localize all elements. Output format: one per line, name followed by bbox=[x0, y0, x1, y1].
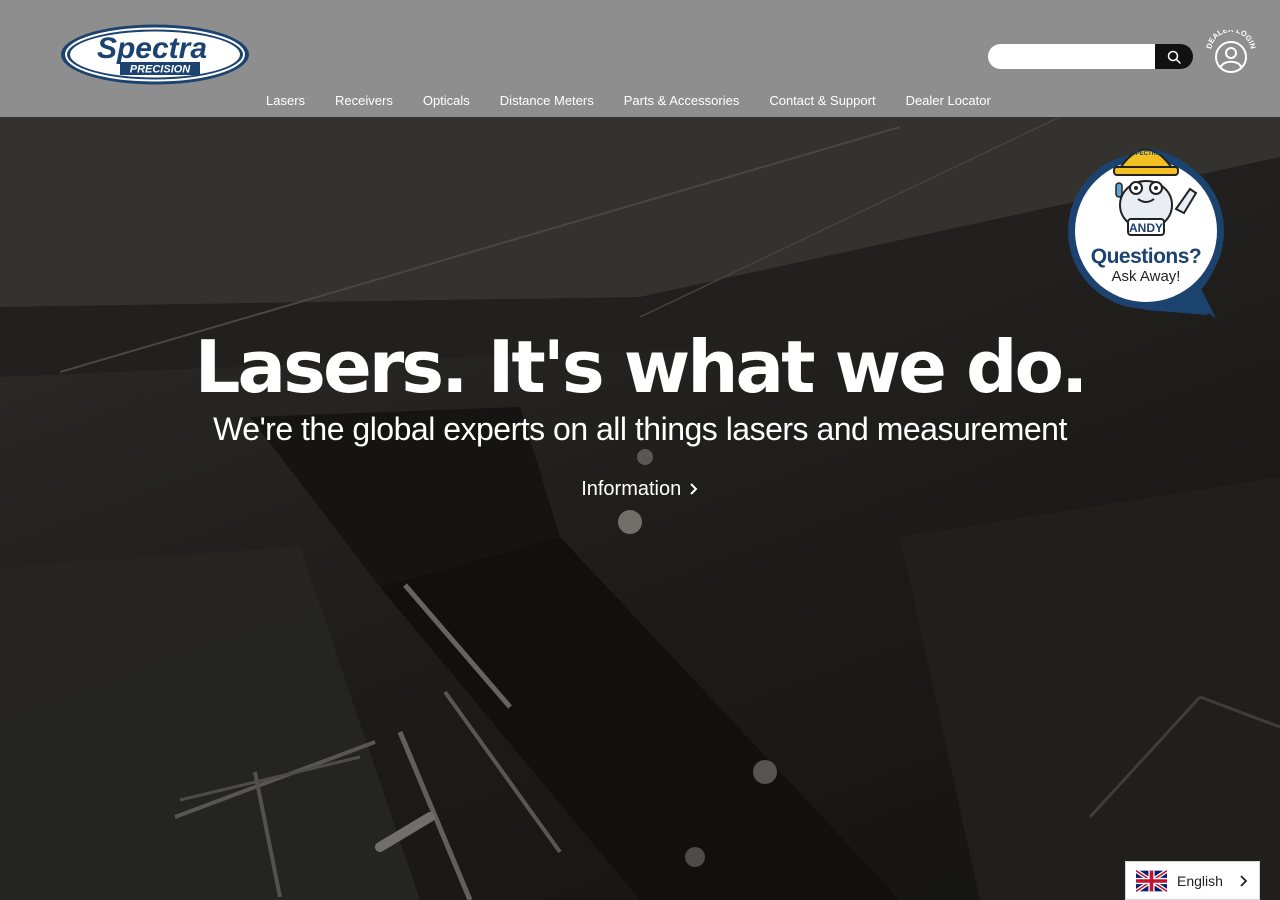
hero-subhead: We're the global experts on all things l… bbox=[213, 411, 1067, 447]
search-bar bbox=[988, 44, 1193, 69]
hat-text: SPECTRA bbox=[1132, 151, 1161, 157]
search-input[interactable] bbox=[988, 44, 1156, 69]
site-header: Spectra PRECISION DEALER LOGIN Lasers Re… bbox=[0, 0, 1280, 117]
nav-item-lasers[interactable]: Lasers bbox=[251, 88, 320, 114]
chat-subtitle: Ask Away! bbox=[1112, 268, 1181, 285]
spectra-precision-logo[interactable]: Spectra PRECISION bbox=[60, 24, 250, 85]
nav-item-receivers[interactable]: Receivers bbox=[320, 88, 408, 114]
andy-badge: ANDY bbox=[1129, 221, 1163, 235]
logo-brand-text: Spectra bbox=[97, 32, 207, 65]
dealer-login-label: DEALER LOGIN bbox=[1205, 30, 1257, 50]
search-button[interactable] bbox=[1155, 44, 1193, 69]
nav-item-parts-accessories[interactable]: Parts & Accessories bbox=[609, 88, 755, 114]
language-label: English bbox=[1177, 872, 1223, 889]
information-link[interactable]: Information bbox=[581, 478, 699, 500]
hero-headline: Lasers. It's what we do. bbox=[194, 325, 1089, 409]
nav-item-dealer-locator[interactable]: Dealer Locator bbox=[891, 88, 1006, 114]
information-link-label: Information bbox=[581, 478, 682, 500]
chevron-right-icon bbox=[1240, 874, 1248, 887]
andy-chat-widget[interactable]: SPECTRA ANDY Questions? Ask Away! bbox=[1058, 133, 1238, 323]
uk-flag-icon bbox=[1136, 869, 1167, 892]
chat-title: Questions? bbox=[1091, 245, 1202, 268]
user-icon bbox=[1215, 41, 1247, 73]
nav-item-distance-meters[interactable]: Distance Meters bbox=[485, 88, 609, 114]
chevron-right-icon bbox=[690, 483, 698, 495]
main-nav: Lasers Receivers Opticals Distance Meter… bbox=[251, 88, 1006, 114]
nav-item-contact-support[interactable]: Contact & Support bbox=[754, 88, 890, 114]
information-link-wrap: Information bbox=[0, 477, 1280, 501]
nav-item-opticals[interactable]: Opticals bbox=[408, 88, 485, 114]
logo-sub-text: PRECISION bbox=[130, 64, 192, 76]
dealer-login-button[interactable]: DEALER LOGIN bbox=[1205, 30, 1257, 78]
language-selector[interactable]: English bbox=[1125, 861, 1260, 900]
search-icon bbox=[1167, 50, 1181, 64]
